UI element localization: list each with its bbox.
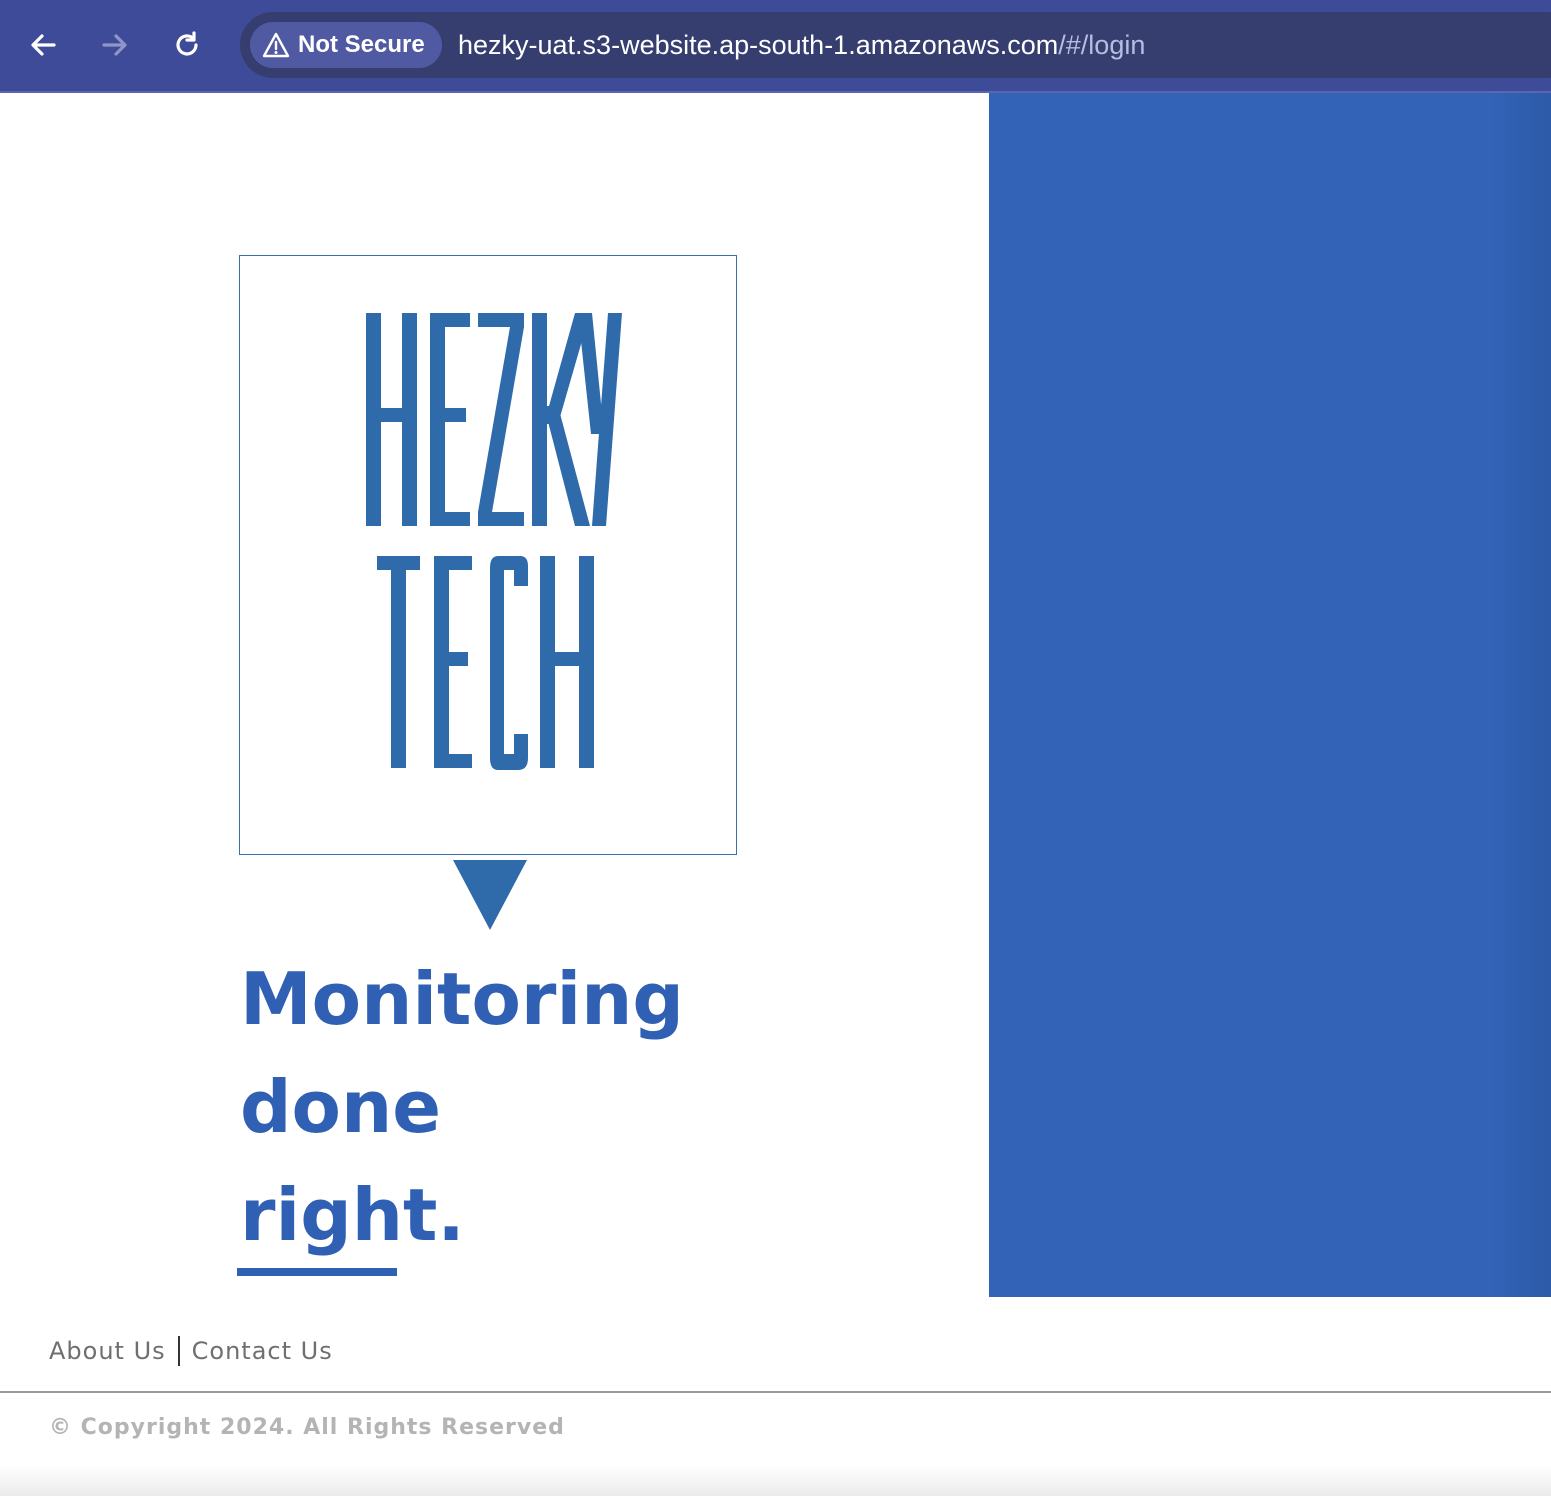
security-label: Not Secure	[298, 31, 425, 58]
back-button[interactable]	[20, 22, 66, 68]
tagline-line-2: done	[240, 1065, 442, 1149]
address-bar[interactable]: Not Secure hezky-uat.s3-website.ap-south…	[240, 12, 1551, 78]
back-arrow-icon	[31, 34, 56, 56]
logo-wordmark	[366, 313, 622, 770]
forward-arrow-icon	[102, 34, 127, 56]
panel-edge-shade	[1491, 93, 1551, 1297]
security-indicator[interactable]: Not Secure	[250, 22, 442, 68]
url-host: hezky-uat.s3-website.ap-south-1.amazonaw…	[458, 30, 1059, 60]
browser-toolbar: Not Secure hezky-uat.s3-website.ap-south…	[0, 0, 1551, 93]
url-path: /#/login	[1058, 30, 1146, 60]
contact-us-link[interactable]: Contact Us	[192, 1337, 333, 1365]
about-us-link[interactable]: About Us	[49, 1337, 166, 1365]
tagline-underline	[237, 1268, 397, 1276]
reload-icon	[176, 31, 198, 56]
reload-button[interactable]	[164, 22, 210, 68]
bottom-fade	[0, 1466, 1551, 1496]
logo-pointer-triangle	[453, 860, 527, 930]
footer-divider	[0, 1391, 1551, 1393]
company-logo	[239, 255, 737, 855]
footer-links: About Us Contact Us	[49, 1336, 333, 1366]
login-right-panel	[989, 93, 1551, 1297]
link-separator	[177, 1336, 180, 1366]
url-text[interactable]: hezky-uat.s3-website.ap-south-1.amazonaw…	[458, 12, 1145, 78]
forward-button[interactable]	[92, 22, 138, 68]
copyright-text: © Copyright 2024. All Rights Reserved	[49, 1415, 565, 1440]
tagline-line-1: Monitoring	[240, 957, 684, 1041]
warning-icon	[262, 32, 290, 58]
tagline-line-3: right.	[240, 1173, 465, 1257]
hero-tagline: Monitoring done right.	[240, 945, 840, 1269]
